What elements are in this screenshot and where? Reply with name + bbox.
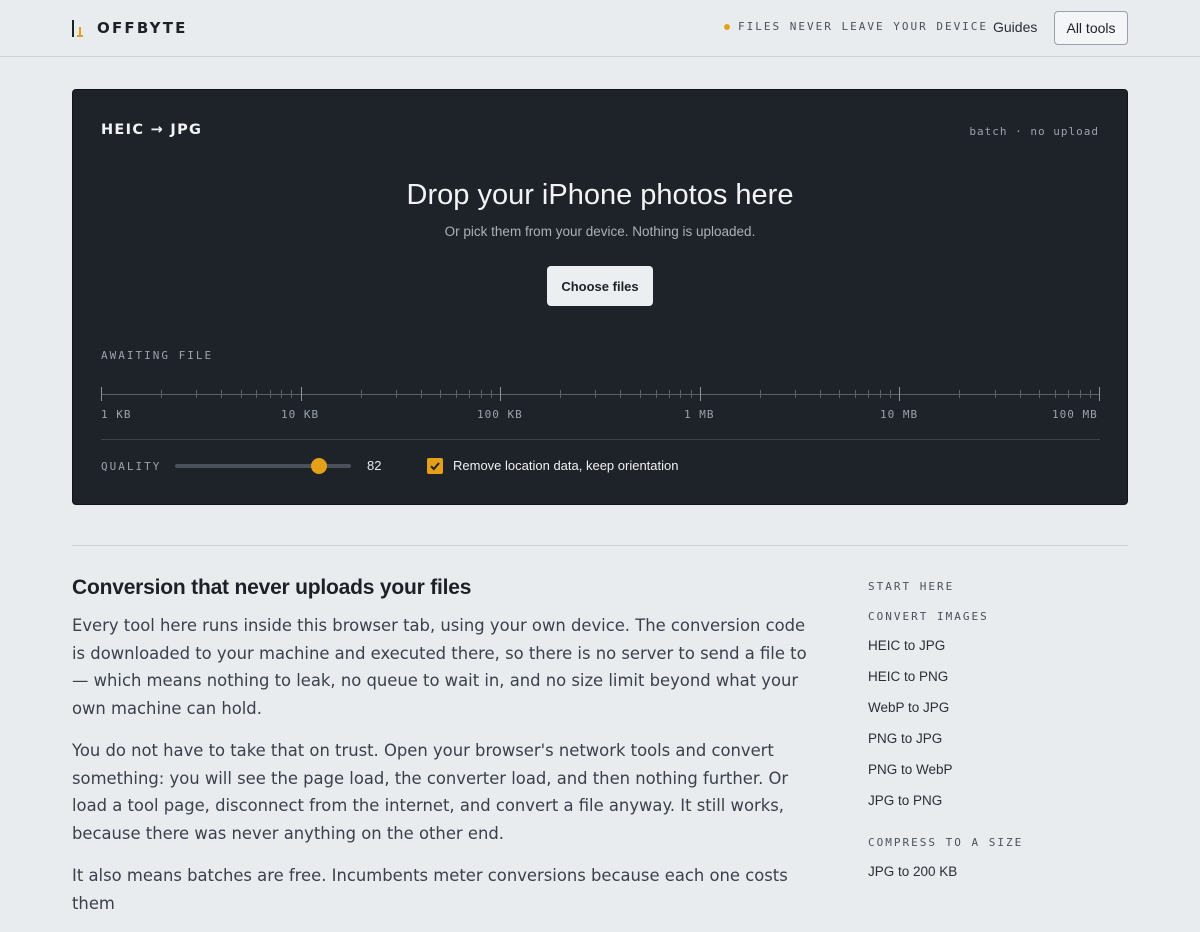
- check-icon: [430, 462, 440, 471]
- article-paragraph: It also means batches are free. Incumben…: [72, 866, 788, 913]
- nav-link-heic-to-png[interactable]: HEIC to PNG: [868, 669, 1128, 684]
- strip-location-label[interactable]: Remove location data, keep orientation: [453, 458, 678, 473]
- scale-label-10mb: 10 MB: [880, 408, 919, 421]
- scale-label-1kb: 1 KB: [101, 408, 132, 421]
- strip-location-checkbox[interactable]: [427, 458, 443, 474]
- scale-label-100mb: 100 MB: [1052, 408, 1098, 421]
- drop-zone-panel[interactable]: HEIC → JPG batch · no upload Drop your i…: [72, 89, 1128, 505]
- brand-name: OFFBYTE: [97, 19, 188, 37]
- privacy-note-text: FILES NEVER LEAVE YOUR DEVICE: [738, 20, 989, 33]
- nav-guides-link[interactable]: Guides: [993, 19, 1037, 35]
- article: Conversion that never uploads your files…: [72, 576, 822, 932]
- nav-link-jpg-to-png[interactable]: JPG to PNG: [868, 793, 1128, 808]
- privacy-note: FILES NEVER LEAVE YOUR DEVICE: [724, 20, 988, 33]
- tool-meta: batch · no upload: [969, 125, 1099, 138]
- compress-heading: COMPRESS TO A SIZE: [868, 836, 1024, 849]
- convert-images-heading: CONVERT IMAGES: [868, 610, 989, 623]
- choose-files-button[interactable]: Choose files: [547, 266, 653, 306]
- file-size-scale: 1 KB 10 KB 100 KB 1 MB 10 MB 100 MB: [101, 386, 1100, 426]
- nav-link-png-to-webp[interactable]: PNG to WebP: [868, 762, 1128, 777]
- tool-title: HEIC → JPG: [101, 122, 203, 138]
- nav-link-heic-to-jpg[interactable]: HEIC to JPG: [868, 638, 1128, 653]
- article-paragraph: You do not have to take that on trust. O…: [72, 741, 789, 843]
- status-dot-icon: [724, 23, 730, 30]
- quality-label: QUALITY: [101, 460, 162, 473]
- all-tools-button[interactable]: All tools: [1054, 11, 1128, 45]
- logo-icon: [72, 19, 88, 38]
- quality-slider-thumb[interactable]: [311, 458, 328, 474]
- quality-value: 82: [367, 458, 382, 473]
- nav-link-jpg-to-200kb[interactable]: JPG to 200 KB: [868, 864, 1128, 879]
- top-bar: OFFBYTE FILES NEVER LEAVE YOUR DEVICE Gu…: [0, 0, 1200, 57]
- panel-divider: [101, 439, 1100, 440]
- brand-logo-link[interactable]: OFFBYTE: [72, 18, 188, 38]
- scale-label-1mb: 1 MB: [684, 408, 715, 421]
- drop-subtext: Or pick them from your device. Nothing i…: [444, 224, 756, 239]
- section-divider: [72, 545, 1128, 546]
- nav-link-png-to-jpg[interactable]: PNG to JPG: [868, 731, 1128, 746]
- scale-label-10kb: 10 KB: [281, 408, 320, 421]
- file-size-scale-ticks: [101, 387, 1100, 401]
- side-nav: START HERE CONVERT IMAGES HEIC to JPG HE…: [868, 580, 1128, 879]
- article-paragraph: Every tool here runs inside this browser…: [72, 616, 807, 718]
- drop-heading: Drop your iPhone photos here: [406, 179, 794, 211]
- article-heading: Conversion that never uploads your files: [72, 576, 472, 599]
- start-here-link[interactable]: START HERE: [868, 580, 1128, 593]
- scale-label-100kb: 100 KB: [477, 408, 523, 421]
- file-status: AWAITING FILE: [101, 349, 214, 362]
- nav-link-webp-to-jpg[interactable]: WebP to JPG: [868, 700, 1128, 715]
